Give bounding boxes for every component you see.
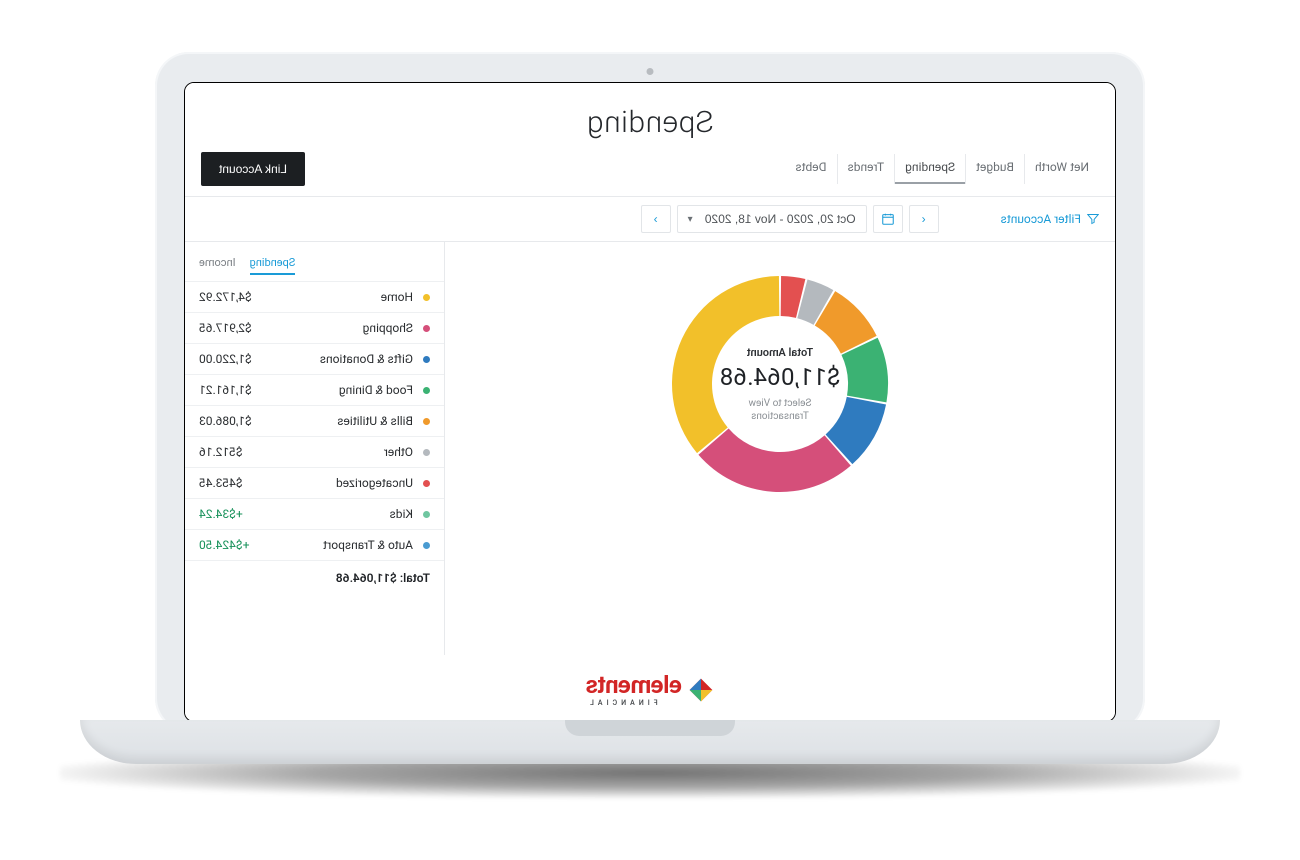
laptop-frame: Spending Net Worth Budget Spending Trend… xyxy=(155,52,1145,732)
footer-logo: elements FINANCIAL xyxy=(185,655,1115,721)
category-name: Home xyxy=(252,290,413,304)
category-dot-icon xyxy=(423,387,430,394)
category-name: Other xyxy=(243,445,413,459)
breakdown-tabs: Spending Income xyxy=(185,242,444,281)
tab-trends[interactable]: Trends xyxy=(837,154,895,184)
tab-budget[interactable]: Budget xyxy=(965,154,1024,184)
top-bar: Net Worth Budget Spending Trends Debts L… xyxy=(185,148,1115,197)
donut-center-hint: Select to View Transactions xyxy=(749,397,812,423)
chart-pane: Total Amount $11,064.68 Select to View T… xyxy=(445,242,1115,655)
camera-dot xyxy=(647,68,654,75)
category-amount: $1,220.00 xyxy=(199,352,252,366)
donut-chart[interactable]: Total Amount $11,064.68 Select to View T… xyxy=(660,264,900,504)
filter-bar: Filter Accounts ‹ xyxy=(185,197,1115,242)
breakdown-rows: Home$4,172.92Shopping$2,917.65Gifts & Do… xyxy=(185,281,444,560)
calendar-icon xyxy=(881,212,895,226)
list-item[interactable]: Food & Dining$1,161.21 xyxy=(185,374,444,405)
list-item[interactable]: Bills & Utilities$1,086.03 xyxy=(185,405,444,436)
tab-debts[interactable]: Debts xyxy=(785,154,836,184)
calendar-button[interactable] xyxy=(873,205,903,233)
date-range-label: Oct 20, 2020 - Nov 18, 2020 xyxy=(705,212,856,226)
chevron-down-icon: ▾ xyxy=(688,214,693,225)
category-name: Auto & Transport xyxy=(249,538,413,552)
tab-spending[interactable]: Spending xyxy=(894,154,965,184)
list-item[interactable]: Shopping$2,917.65 xyxy=(185,312,444,343)
content-area: Total Amount $11,064.68 Select to View T… xyxy=(185,242,1115,655)
list-item[interactable]: Kids+$34.24 xyxy=(185,498,444,529)
category-dot-icon xyxy=(423,294,430,301)
laptop-notch xyxy=(565,720,735,736)
category-amount: $2,917.65 xyxy=(199,321,252,335)
filter-accounts-label: Filter Accounts xyxy=(1001,212,1081,226)
brand-diamond-icon xyxy=(688,677,714,703)
screen: Spending Net Worth Budget Spending Trend… xyxy=(184,82,1116,722)
category-dot-icon xyxy=(423,480,430,487)
date-next-button[interactable]: › xyxy=(641,205,671,233)
list-item[interactable]: Home$4,172.92 xyxy=(185,281,444,312)
tab-net-worth[interactable]: Net Worth xyxy=(1024,154,1099,184)
brand-logo: elements FINANCIAL xyxy=(586,673,714,707)
page-title: Spending xyxy=(185,105,1115,140)
list-item[interactable]: Auto & Transport+$424.50 xyxy=(185,529,444,560)
link-account-button[interactable]: Link Account xyxy=(201,152,305,186)
category-dot-icon xyxy=(423,356,430,363)
category-dot-icon xyxy=(423,511,430,518)
category-amount: +$34.24 xyxy=(199,507,243,521)
laptop-base xyxy=(80,720,1220,764)
date-range-select[interactable]: Oct 20, 2020 - Nov 18, 2020 ▾ xyxy=(677,205,867,233)
breakdown-pane: Spending Income Home$4,172.92Shopping$2,… xyxy=(185,242,445,655)
category-amount: $1,086.03 xyxy=(199,414,252,428)
donut-center: Total Amount $11,064.68 Select to View T… xyxy=(660,264,900,504)
category-name: Kids xyxy=(243,507,413,521)
category-dot-icon xyxy=(423,542,430,549)
date-controls: ‹ Oct 20, 2020 - Nov 18, 2020 xyxy=(641,205,939,233)
brand-subtitle: FINANCIAL xyxy=(586,699,682,707)
list-item[interactable]: Uncategorized$453.45 xyxy=(185,467,444,498)
breakdown-tab-income[interactable]: Income xyxy=(199,256,236,275)
brand-name: elements xyxy=(586,671,682,699)
category-dot-icon xyxy=(423,418,430,425)
breakdown-tab-spending[interactable]: Spending xyxy=(250,256,296,275)
category-name: Gifts & Donations xyxy=(252,352,413,366)
nav-tabs: Net Worth Budget Spending Trends Debts xyxy=(785,154,1099,184)
date-prev-button[interactable]: ‹ xyxy=(909,205,939,233)
list-item[interactable]: Gifts & Donations$1,220.00 xyxy=(185,343,444,374)
spending-app: Spending Net Worth Budget Spending Trend… xyxy=(185,83,1115,721)
donut-center-total: $11,064.68 xyxy=(720,363,841,391)
category-name: Food & Dining xyxy=(252,383,413,397)
donut-center-label: Total Amount xyxy=(747,346,813,359)
category-amount: $4,172.92 xyxy=(199,290,252,304)
filter-icon xyxy=(1087,213,1099,225)
title-area: Spending xyxy=(185,83,1115,148)
list-item[interactable]: Other$512.16 xyxy=(185,436,444,467)
category-name: Shopping xyxy=(252,321,413,335)
category-name: Uncategorized xyxy=(243,476,413,490)
category-amount: +$424.50 xyxy=(199,538,249,552)
category-amount: $1,161.21 xyxy=(199,383,252,397)
filter-accounts-link[interactable]: Filter Accounts xyxy=(1001,212,1099,226)
category-name: Bills & Utilities xyxy=(252,414,413,428)
category-dot-icon xyxy=(423,449,430,456)
breakdown-total: Total: $11,064.68 xyxy=(185,560,444,595)
category-dot-icon xyxy=(423,325,430,332)
category-amount: $512.16 xyxy=(199,445,243,459)
category-amount: $453.45 xyxy=(199,476,243,490)
